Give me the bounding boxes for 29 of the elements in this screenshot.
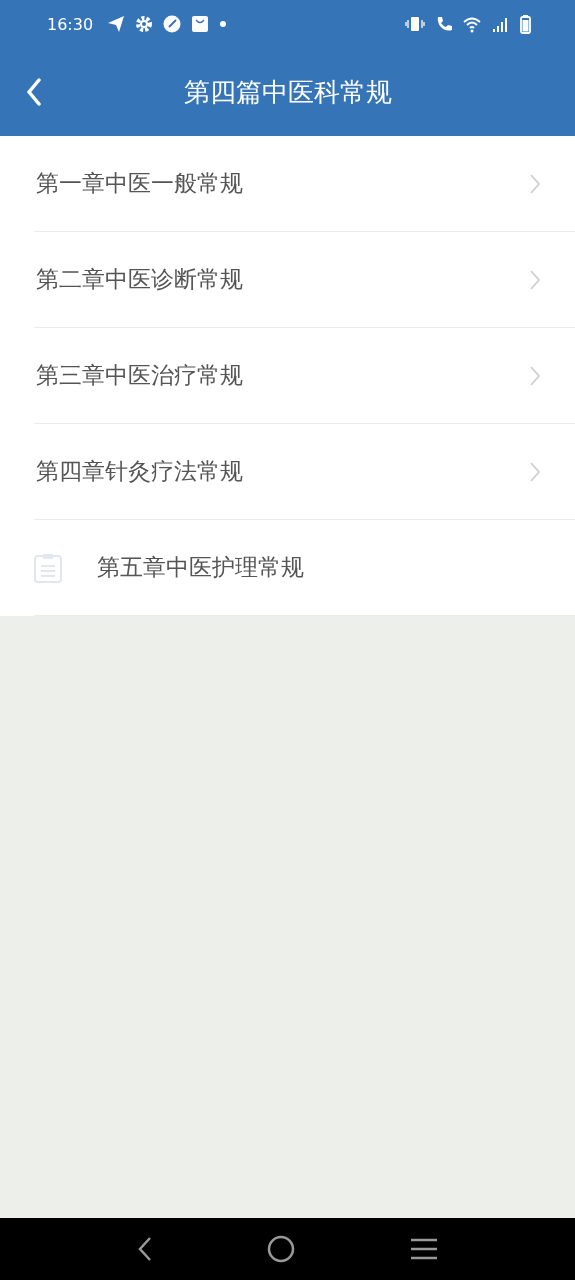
chapter-item[interactable]: 第三章中医治疗常规 (34, 328, 575, 424)
menu-nav-button[interactable] (409, 1238, 438, 1260)
status-time: 16:30 (47, 14, 94, 34)
vibrate-icon (405, 15, 425, 33)
gauge-icon (163, 15, 182, 33)
battery-icon (519, 14, 531, 34)
chevron-left-icon (137, 1236, 154, 1262)
chevron-right-icon (529, 172, 541, 195)
phone-icon (435, 15, 453, 33)
chevron-right-icon (529, 460, 541, 483)
chevron-right-icon (529, 364, 541, 387)
wifi-icon (463, 15, 481, 33)
circle-icon (267, 1235, 296, 1263)
dot-icon (219, 20, 228, 28)
bag-icon (191, 15, 210, 33)
home-nav-button[interactable] (267, 1235, 296, 1263)
chapter-item[interactable]: 第二章中医诊断常规 (34, 232, 575, 328)
chapter-item[interactable]: 第一章中医一般常规 (34, 136, 575, 232)
page-title: 第四篇中医科常规 (183, 76, 392, 107)
clipboard-icon (34, 552, 62, 583)
back-nav-button[interactable] (137, 1236, 154, 1262)
chevron-left-icon (26, 78, 42, 106)
chapter-item[interactable]: 第四章针灸疗法常规 (34, 424, 575, 520)
chapter-item[interactable]: 第五章中医护理常规 (34, 520, 575, 616)
settings-icon (135, 15, 154, 33)
menu-icon (409, 1238, 438, 1260)
signal-icon (491, 15, 509, 33)
send-icon (107, 15, 126, 33)
chevron-right-icon (529, 268, 541, 291)
